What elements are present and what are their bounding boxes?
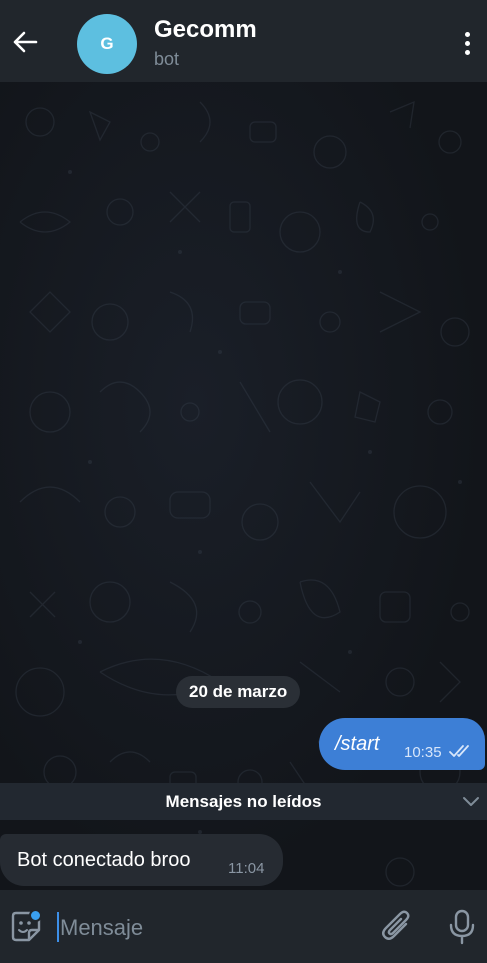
message-time: 10:35	[404, 744, 442, 761]
arrow-left-icon	[13, 31, 38, 53]
microphone-icon[interactable]	[445, 908, 479, 946]
chat-subtitle: bot	[154, 49, 180, 69]
chat-area[interactable]: 20 de marzo /start 10:35 Mensajes no leí…	[0, 82, 487, 890]
paperclip-icon[interactable]	[380, 910, 414, 944]
more-vertical-icon	[464, 31, 470, 37]
double-check-icon	[449, 745, 469, 757]
message-time: 11:04	[228, 860, 265, 877]
chat-title[interactable]: Gecomm	[154, 16, 257, 44]
chat-header: G Gecomm bot	[0, 0, 487, 82]
notification-dot	[29, 909, 42, 922]
message-text[interactable]: /start	[335, 733, 379, 756]
message-composer	[0, 890, 487, 963]
chevron-down-icon[interactable]	[461, 792, 481, 810]
text-cursor	[57, 912, 59, 942]
incoming-message[interactable]: Bot conectado broo 11:04	[0, 834, 283, 886]
message-input[interactable]	[60, 910, 360, 946]
unread-label: Mensajes no leídos	[165, 792, 322, 811]
avatar[interactable]: G	[77, 14, 137, 74]
message-text[interactable]: Bot conectado broo	[17, 849, 190, 872]
more-options-button[interactable]	[457, 26, 477, 60]
chat-screen: G Gecomm bot 20 de marzo /start 10:35 Me…	[0, 0, 487, 963]
outgoing-message[interactable]: /start 10:35	[319, 718, 485, 770]
back-button[interactable]	[8, 22, 42, 62]
unread-messages-divider[interactable]: Mensajes no leídos	[0, 783, 487, 820]
date-separator: 20 de marzo	[176, 676, 301, 708]
